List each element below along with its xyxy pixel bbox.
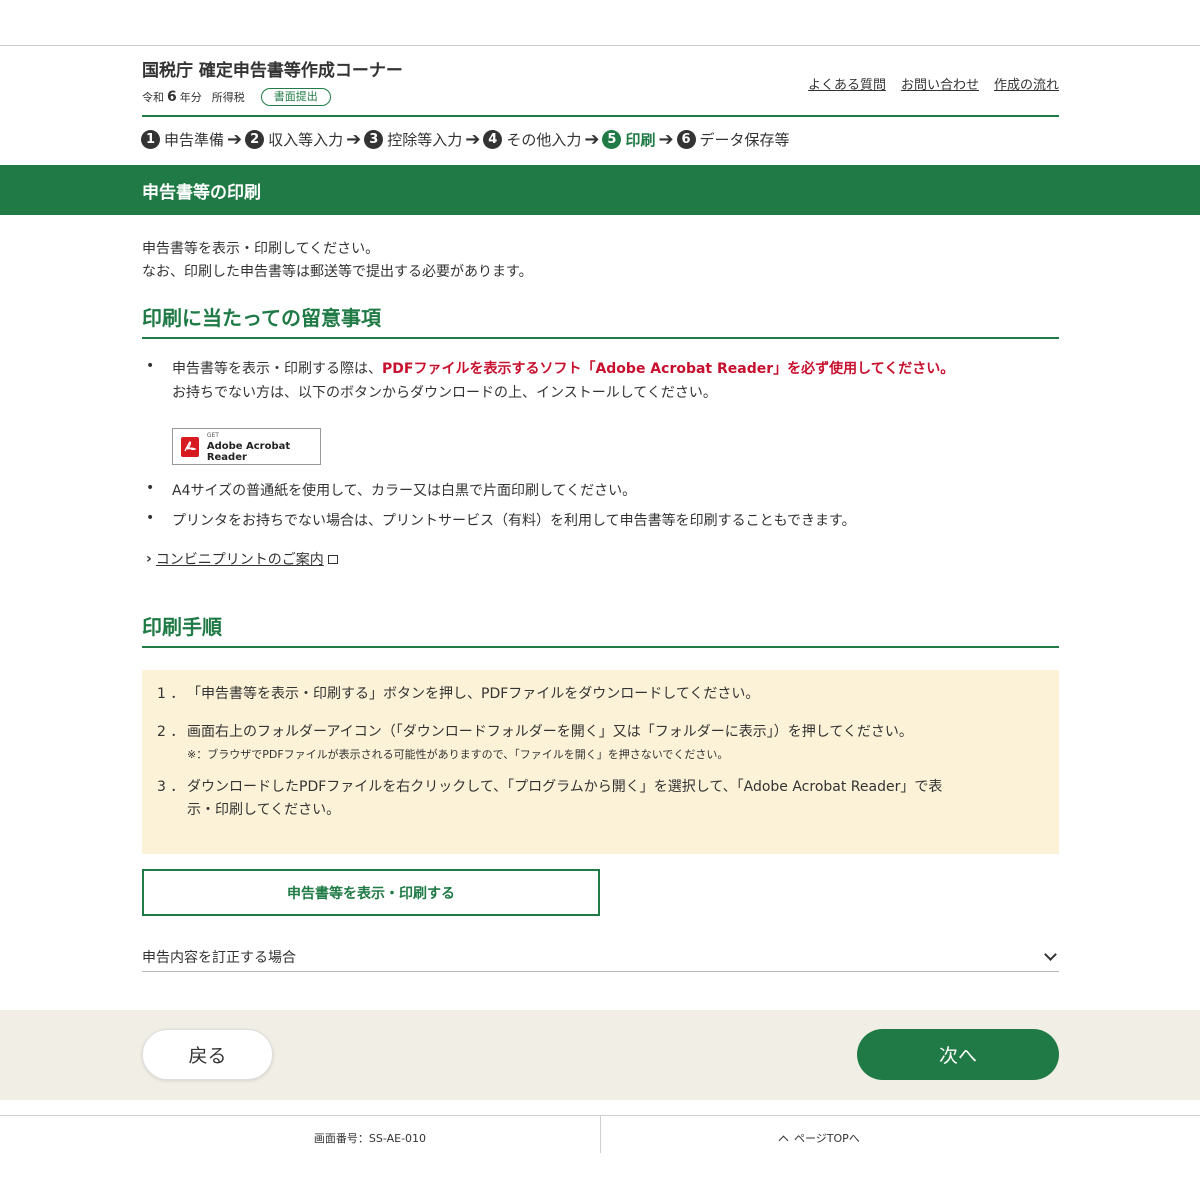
arrow-right-icon: ➔ [658,129,674,150]
correction-accordion[interactable]: 申告内容を訂正する場合 [142,944,1059,972]
step-label: データ保存等 [699,131,790,149]
step-number: 5 [602,130,622,149]
page-top-link[interactable]: ページTOPへ [778,1130,860,1146]
note-3-text: プリンタをお持ちでない場合は、プリントサービス（有料）を利用して申告書等を印刷す… [172,513,856,529]
step-label: 申告準備 [164,131,225,149]
note-1-warning: PDFファイルを表示するソフト「Adobe Acrobat Reader」を必ず… [382,361,955,377]
arrow-right-icon: ➔ [584,129,600,150]
step-5-current: 5 印刷 [602,129,655,150]
tax-type: 所得税 [211,91,245,104]
notes-heading: 印刷に当たっての留意事項 [142,302,1059,339]
chevron-up-icon [778,1135,789,1145]
procedure-box: 1 ． 「申告書等を表示・印刷する」ボタンを押し、PDFファイルをダウンロードし… [142,670,1059,854]
header-links: よくある質問 お問い合わせ 作成の流れ [808,74,1059,93]
next-button[interactable]: 次へ [857,1029,1059,1080]
accordion-label: 申告内容を訂正する場合 [142,950,296,966]
year-suffix: 年分 [179,91,202,104]
acrobat-name-label: Adobe Acrobat Reader [206,441,291,463]
contact-link[interactable]: お問い合わせ [901,74,979,93]
step-6: 6 データ保存等 [676,129,790,150]
page-title-bar: 申告書等の印刷 [0,165,1200,215]
screen-number: 画面番号：SS-AE-010 [313,1132,427,1145]
step-number: 1 [141,130,160,149]
progress-steps: 1 申告準備 ➔ 2 収入等入力 ➔ 3 控除等入力 ➔ 4 その他入力 ➔ 5 印刷 ➔… [141,129,790,150]
note-item-1: • 申告書等を表示・印刷する際は、PDFファイルを表示するソフト「Adobe A… [146,358,955,401]
procedure-step-3: 3 ． ダウンロードしたPDFファイルを右クリックして、「プログラムから開く」を… [157,779,943,818]
page-top-label: ページTOPへ [794,1132,860,1145]
procedure-heading: 印刷手順 [142,611,1059,648]
arrow-right-icon: ➔ [227,129,243,150]
step-2: 2 収入等入力 [245,129,343,150]
step-3: 3 控除等入力 [364,129,462,150]
step-label: 控除等入力 [387,131,463,149]
note-item-2: • A4サイズの普通紙を使用して、カラー又は白黒で片面印刷してください。 [146,480,637,499]
header: 国税庁 確定申告書等作成コーナー 令和 6 年分 所得税 書面提出 よくある質問… [142,54,1059,117]
faq-link[interactable]: よくある質問 [808,74,886,93]
submission-badge: 書面提出 [260,88,331,106]
acrobat-get-label: GET [206,432,219,439]
external-window-icon [327,554,338,564]
note-item-3: • プリンタをお持ちでない場合は、プリントサービス（有料）を利用して申告書等を印… [146,510,856,529]
step-number: 2 [245,130,265,149]
intro-text: 申告書等を表示・印刷してください。 なお、印刷した申告書等は郵送等で提出する必要… [142,238,533,284]
arrow-right-icon: ➔ [465,129,481,150]
procedure-step-1: 1 ． 「申告書等を表示・印刷する」ボタンを押し、PDFファイルをダウンロードし… [157,686,760,702]
step-4: 4 その他入力 [483,129,581,150]
intro-line-2: なお、印刷した申告書等は郵送等で提出する必要があります。 [142,264,533,280]
site-title: 国税庁 確定申告書等作成コーナー [142,61,403,81]
procedure-note: ※：ブラウザでPDFファイルが表示される可能性がありますので、「ファイルを開く」… [187,748,729,761]
convenience-print-link-row: › コンビニプリントのご案内 [146,549,338,569]
step-number: 4 [483,130,503,149]
arrow-right-icon: ➔ [346,129,362,150]
acrobat-pdf-icon [181,436,199,457]
note-2-text: A4サイズの普通紙を使用して、カラー又は白黒で片面印刷してください。 [172,483,637,499]
chevron-down-icon [1044,948,1057,961]
step-number: 6 [676,130,696,149]
get-acrobat-reader-button[interactable]: GET Adobe Acrobat Reader [172,428,321,465]
chevron-right-icon: › [146,551,152,567]
note-1-text: 申告書等を表示・印刷する際は、 [172,361,382,377]
back-button[interactable]: 戻る [142,1029,273,1080]
era-label: 令和 [142,91,164,104]
step-1: 1 申告準備 [141,129,224,150]
step-label: その他入力 [506,131,582,149]
top-divider [0,45,1200,46]
intro-line-1: 申告書等を表示・印刷してください。 [142,241,380,257]
page-title: 申告書等の印刷 [142,183,261,203]
step-number: 3 [364,130,384,149]
procedure-step-2: 2 ． 画面右上のフォルダーアイコン（「ダウンロードフォルダーを開く」又は「フォ… [157,724,913,740]
convenience-print-link[interactable]: コンビニプリントのご案内 [156,549,324,569]
step-label: 収入等入力 [268,131,344,149]
show-print-button[interactable]: 申告書等を表示・印刷する [142,869,600,916]
note-1-line-2: お持ちでない方は、以下のボタンからダウンロードの上、インストールしてください。 [172,385,717,401]
tax-year-info: 令和 6 年分 所得税 書面提出 [142,88,331,106]
flow-link[interactable]: 作成の流れ [994,74,1059,93]
year-number: 6 [167,89,177,105]
step-label: 印刷 [625,131,656,149]
